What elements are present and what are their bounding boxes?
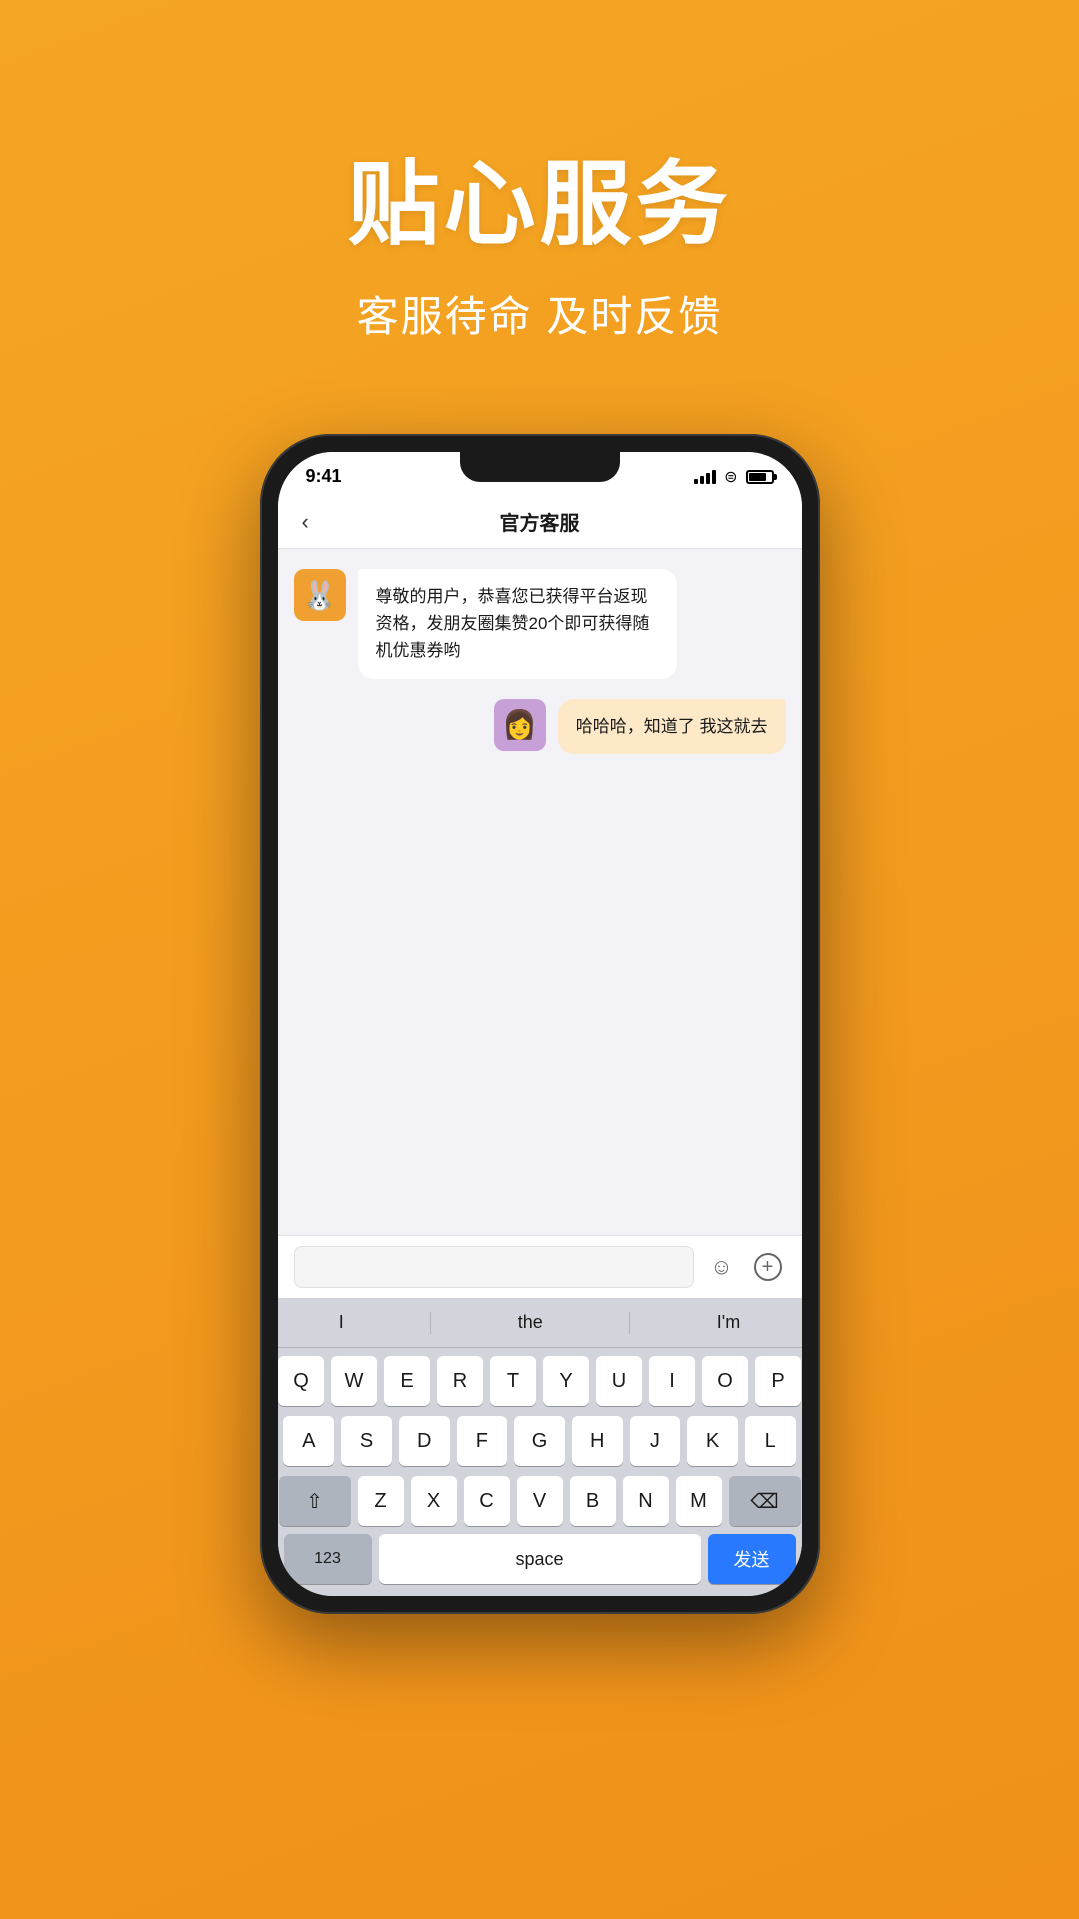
key-E[interactable]: E [384, 1356, 430, 1406]
suggestion-divider-1 [430, 1312, 431, 1334]
hero-title: 贴心服务 [0, 130, 1079, 263]
user-avatar-icon: 👩 [502, 708, 537, 741]
input-bar: ☺ + [278, 1235, 802, 1298]
key-K[interactable]: K [687, 1416, 738, 1466]
key-Q[interactable]: Q [278, 1356, 324, 1406]
nav-title: 官方客服 [342, 507, 738, 536]
suggestion-divider-2 [629, 1312, 630, 1334]
signal-icon [694, 470, 716, 484]
key-D[interactable]: D [399, 1416, 450, 1466]
key-Z[interactable]: Z [358, 1476, 404, 1526]
key-W[interactable]: W [331, 1356, 377, 1406]
avatar-service: 🐰 [294, 569, 346, 621]
hero-subtitle: 客服待命 及时反馈 [0, 283, 1079, 344]
message-input[interactable] [294, 1246, 694, 1288]
key-L[interactable]: L [745, 1416, 796, 1466]
plus-icon: + [754, 1253, 782, 1281]
avatar-user: 👩 [494, 699, 546, 751]
emoji-icon: ☺ [710, 1254, 732, 1280]
key-B[interactable]: B [570, 1476, 616, 1526]
key-send[interactable]: 发送 [708, 1534, 796, 1584]
key-X[interactable]: X [411, 1476, 457, 1526]
key-S[interactable]: S [341, 1416, 392, 1466]
suggestion-the[interactable]: the [498, 1308, 563, 1337]
suggestion-I[interactable]: I [319, 1308, 364, 1337]
phone-screen: 9:41 ⊜ ‹ 官方客服 [278, 452, 802, 1596]
status-bar: 9:41 ⊜ [278, 452, 802, 495]
key-V[interactable]: V [517, 1476, 563, 1526]
keyboard-bottom: 123 space 发送 [278, 1530, 802, 1596]
keyboard-suggestions: I the I'm [278, 1298, 802, 1348]
key-C[interactable]: C [464, 1476, 510, 1526]
status-time: 9:41 [306, 466, 342, 487]
hero-section: 贴心服务 客服待命 及时反馈 [0, 0, 1079, 404]
suggestion-Im[interactable]: I'm [697, 1308, 760, 1337]
bubble-outgoing: 哈哈哈，知道了 我这就去 [558, 699, 786, 754]
keyboard: I the I'm Q W E R T Y U [278, 1298, 802, 1596]
bubble-incoming: 尊敬的用户，恭喜您已获得平台返现资格，发朋友圈集赞20个即可获得随机优惠券哟 [358, 569, 678, 679]
key-row-3: ⇧ Z X C V B N M ⌫ [284, 1476, 796, 1526]
incoming-message-text: 尊敬的用户，恭喜您已获得平台返现资格，发朋友圈集赞20个即可获得随机优惠券哟 [376, 587, 650, 660]
key-Y[interactable]: Y [543, 1356, 589, 1406]
service-avatar-icon: 🐰 [302, 579, 337, 612]
key-delete[interactable]: ⌫ [729, 1476, 801, 1526]
key-row-2: A S D F G H J K L [284, 1416, 796, 1466]
key-J[interactable]: J [630, 1416, 681, 1466]
nav-bar: ‹ 官方客服 [278, 495, 802, 549]
key-O[interactable]: O [702, 1356, 748, 1406]
key-N[interactable]: N [623, 1476, 669, 1526]
key-M[interactable]: M [676, 1476, 722, 1526]
keyboard-rows: Q W E R T Y U I O P A S [278, 1348, 802, 1530]
key-row-1: Q W E R T Y U I O P [284, 1356, 796, 1406]
phone-device: 9:41 ⊜ ‹ 官方客服 [260, 434, 820, 1614]
key-H[interactable]: H [572, 1416, 623, 1466]
key-G[interactable]: G [514, 1416, 565, 1466]
message-row-incoming: 🐰 尊敬的用户，恭喜您已获得平台返现资格，发朋友圈集赞20个即可获得随机优惠券哟 [294, 569, 786, 679]
outgoing-message-text: 哈哈哈，知道了 我这就去 [576, 717, 768, 736]
status-icons: ⊜ [694, 467, 773, 487]
key-P[interactable]: P [755, 1356, 801, 1406]
plus-button[interactable]: + [750, 1249, 786, 1285]
key-shift[interactable]: ⇧ [279, 1476, 351, 1526]
battery-icon [746, 470, 774, 484]
chat-area: 🐰 尊敬的用户，恭喜您已获得平台返现资格，发朋友圈集赞20个即可获得随机优惠券哟… [278, 549, 802, 1235]
key-R[interactable]: R [437, 1356, 483, 1406]
key-space[interactable]: space [379, 1534, 701, 1584]
key-T[interactable]: T [490, 1356, 536, 1406]
message-row-outgoing: 哈哈哈，知道了 我这就去 👩 [294, 699, 786, 754]
key-U[interactable]: U [596, 1356, 642, 1406]
emoji-button[interactable]: ☺ [704, 1249, 740, 1285]
key-F[interactable]: F [457, 1416, 508, 1466]
phone-wrapper: 9:41 ⊜ ‹ 官方客服 [0, 434, 1079, 1614]
key-A[interactable]: A [283, 1416, 334, 1466]
wifi-icon: ⊜ [724, 467, 737, 487]
back-button[interactable]: ‹ [302, 509, 342, 535]
key-I[interactable]: I [649, 1356, 695, 1406]
key-123[interactable]: 123 [284, 1534, 372, 1584]
